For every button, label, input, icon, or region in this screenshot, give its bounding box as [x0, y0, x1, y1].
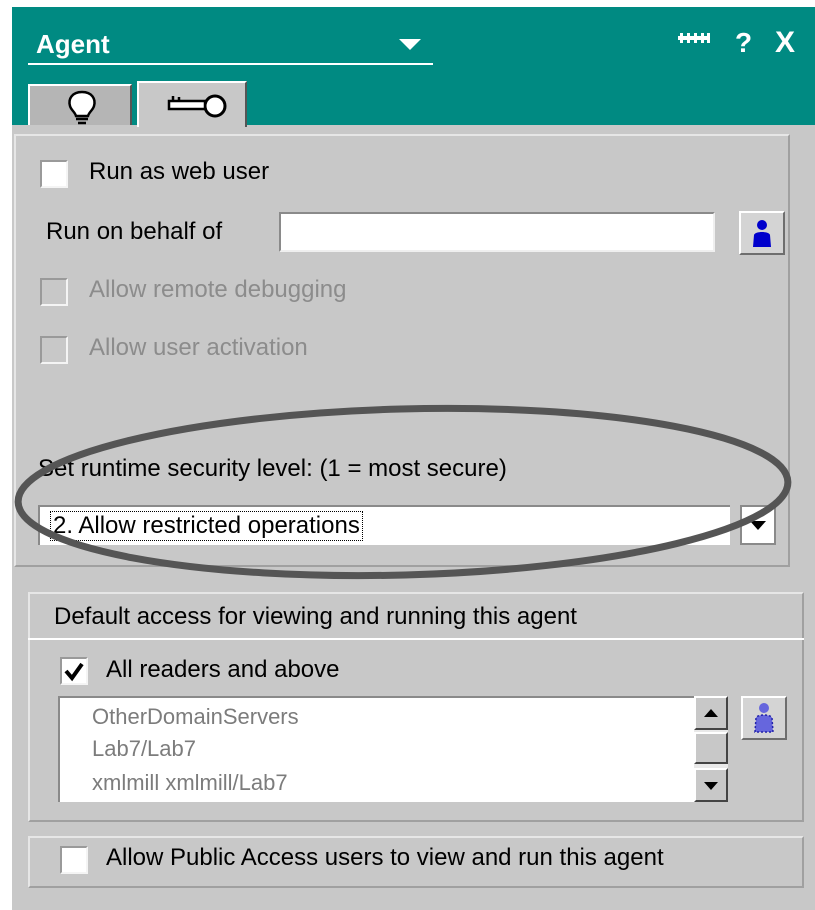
dialog-title[interactable]: Agent [36, 29, 110, 60]
allow-user-activation-checkbox[interactable] [40, 336, 68, 364]
scroll-up-button[interactable] [694, 696, 728, 730]
person-icon [753, 220, 771, 247]
group-picker-button[interactable] [741, 696, 787, 740]
public-access-checkbox[interactable] [60, 846, 88, 874]
default-access-title: Default access for viewing and running t… [54, 603, 577, 630]
run-as-web-user-label: Run as web user [89, 158, 270, 185]
group-person-icon [754, 703, 774, 733]
list-item[interactable]: Lab7/Lab7 [92, 736, 196, 762]
allow-remote-debugging-label: Allow remote debugging [89, 276, 347, 303]
public-access-label: Allow Public Access users to view and ru… [106, 844, 664, 871]
arrow-up-icon [704, 709, 718, 717]
close-button[interactable]: X [775, 26, 795, 60]
title-underline [28, 63, 433, 65]
scroll-thumb[interactable] [694, 732, 728, 764]
list-item[interactable]: OtherDomainServers [92, 704, 299, 730]
run-on-behalf-input[interactable] [279, 212, 715, 252]
all-readers-checkbox[interactable] [60, 657, 88, 685]
runtime-level-value: 2. Allow restricted operations [50, 511, 363, 541]
runtime-level-select[interactable]: 2. Allow restricted operations [38, 505, 730, 545]
run-as-web-user-checkbox[interactable] [40, 160, 68, 188]
access-listbox[interactable]: OtherDomainServers Lab7/Lab7 xmlmill xml… [58, 696, 728, 802]
run-on-behalf-label: Run on behalf of [46, 218, 223, 245]
allow-user-activation-label: Allow user activation [89, 334, 308, 361]
key-icon [167, 94, 227, 118]
access-list-scrollbar[interactable] [694, 696, 728, 802]
arrow-down-icon [704, 782, 718, 790]
checkmark-icon [64, 662, 84, 682]
dialog-header: Agent ? X [12, 7, 815, 127]
help-button[interactable]: ? [735, 27, 752, 59]
runtime-level-dropdown-button[interactable] [740, 505, 776, 545]
lightbulb-icon [68, 90, 96, 125]
title-dropdown-icon[interactable] [399, 39, 421, 50]
all-readers-label: All readers and above [106, 656, 340, 683]
list-item[interactable]: xmlmill xmlmill/Lab7 [92, 770, 288, 796]
pin-icon[interactable] [678, 33, 710, 43]
chevron-down-icon [750, 521, 766, 530]
scroll-down-button[interactable] [694, 768, 728, 802]
tab-security[interactable] [137, 81, 247, 127]
tab-basics[interactable] [28, 84, 132, 125]
allow-remote-debugging-checkbox[interactable] [40, 278, 68, 306]
person-picker-button[interactable] [739, 211, 785, 255]
runtime-level-label: Set runtime security level: (1 = most se… [38, 455, 507, 482]
